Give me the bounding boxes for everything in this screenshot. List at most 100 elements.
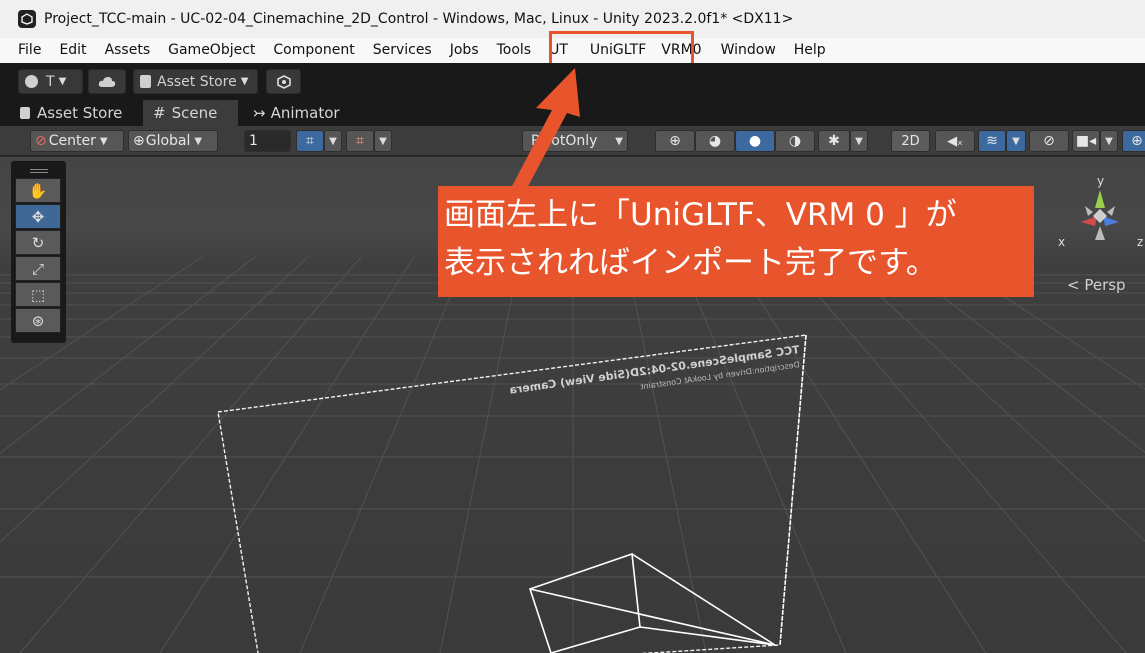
package-button[interactable] bbox=[266, 69, 301, 94]
grid-size-input[interactable]: 1 bbox=[244, 130, 291, 152]
main-toolbar: T ▼ Asset Store ▼ bbox=[0, 63, 1145, 100]
transform-tool-button[interactable]: ⊛ bbox=[15, 308, 61, 333]
camera-settings-dropdown[interactable]: ▼ bbox=[1100, 130, 1118, 152]
grid-size-value: 1 bbox=[249, 133, 258, 149]
tab-asset-store[interactable]: Asset Store bbox=[10, 100, 132, 126]
gizmo-y-label: y bbox=[1097, 174, 1104, 188]
draw-mode-dropdown[interactable]: PivotOnly ▼ bbox=[522, 130, 628, 152]
animator-icon: ↣ bbox=[253, 104, 266, 122]
effects-button[interactable]: ≋ bbox=[978, 130, 1006, 152]
orientation-gizmo[interactable]: y x z bbox=[1055, 168, 1145, 258]
menu-jobs[interactable]: Jobs bbox=[441, 38, 488, 63]
gizmo-z-label: z bbox=[1137, 235, 1143, 249]
space-label: Global bbox=[145, 133, 191, 149]
menu-window[interactable]: Window bbox=[711, 38, 785, 63]
draw-mode-label: PivotOnly bbox=[531, 133, 598, 149]
effects-dropdown[interactable]: ▼ bbox=[1006, 130, 1026, 152]
rect-tool-button[interactable]: ⬚ bbox=[15, 282, 61, 307]
grid-snap-button[interactable]: ⌗ bbox=[296, 130, 324, 152]
shading-shaded-wire-button[interactable]: ◕ bbox=[695, 130, 735, 152]
asset-store-label: Asset Store bbox=[157, 73, 237, 90]
menu-gameobject[interactable]: GameObject bbox=[159, 38, 264, 63]
debug-draw-dropdown[interactable]: ▼ bbox=[850, 130, 868, 152]
chevron-down-icon: ▼ bbox=[99, 135, 108, 147]
globe-icon: ⊕ bbox=[133, 133, 145, 149]
eye-off-icon: ⊘ bbox=[1043, 133, 1055, 149]
bag-icon bbox=[140, 75, 151, 88]
toggle-2d-button[interactable]: 2D bbox=[891, 130, 930, 152]
camera-icon: ■◂ bbox=[1075, 133, 1097, 149]
wireframe-sphere-icon: ⊕ bbox=[669, 133, 681, 149]
tab-animator[interactable]: ↣ Animator bbox=[243, 100, 350, 126]
scene-visibility-button[interactable]: ⊘ bbox=[1029, 130, 1069, 152]
account-icon bbox=[25, 75, 38, 88]
shading-unlit-button[interactable]: ◑ bbox=[775, 130, 815, 152]
asset-store-button[interactable]: Asset Store ▼ bbox=[133, 69, 258, 94]
audio-toggle-button[interactable]: ◀ₓ bbox=[935, 130, 975, 152]
chevron-down-icon: ▼ bbox=[1012, 135, 1020, 147]
pivot-icon: ⊘ bbox=[35, 133, 47, 149]
chevron-down-icon: ▼ bbox=[194, 135, 203, 147]
callout-line-2: 表示されればインポート完了です。 bbox=[444, 245, 937, 281]
gizmo-globe-icon: ⊕ bbox=[1131, 133, 1143, 149]
tab-scene[interactable]: # Scene bbox=[143, 100, 238, 126]
bug-icon: ✱ bbox=[828, 133, 840, 149]
account-button[interactable]: T ▼ bbox=[18, 69, 83, 94]
shading-wireframe-button[interactable]: ⊕ bbox=[655, 130, 695, 152]
layers-icon: ≋ bbox=[986, 133, 998, 149]
package-icon bbox=[276, 74, 291, 89]
chevron-down-icon: ▼ bbox=[329, 135, 337, 147]
transform-icon: ⊛ bbox=[31, 311, 45, 330]
menu-help[interactable]: Help bbox=[785, 38, 835, 63]
camera-settings-button[interactable]: ■◂ bbox=[1072, 130, 1100, 152]
menu-services[interactable]: Services bbox=[364, 38, 441, 63]
menu-assets[interactable]: Assets bbox=[96, 38, 160, 63]
tab-asset-store-label: Asset Store bbox=[37, 104, 123, 122]
pivot-label: Center bbox=[48, 133, 96, 149]
snap-icon: ⌗ bbox=[356, 133, 364, 149]
pivot-dropdown[interactable]: ⊘ Center ▼ bbox=[30, 130, 124, 152]
cloud-icon bbox=[98, 76, 116, 87]
tool-panel: ✋ ✥ ↻ ⤢ ⬚ ⊛ bbox=[11, 161, 66, 343]
cloud-button[interactable] bbox=[88, 69, 126, 94]
chevron-down-icon: ▼ bbox=[855, 135, 863, 147]
window-tabs: Asset Store # Scene ↣ Animator bbox=[0, 100, 1145, 126]
gizmos-button[interactable]: ⊕ bbox=[1122, 130, 1145, 152]
callout-line-1: 画面左上に「UniGLTF、VRM 0 」が bbox=[444, 197, 957, 233]
snap-increment-dropdown[interactable]: ▼ bbox=[374, 130, 392, 152]
grid-hash-icon: # bbox=[153, 104, 166, 122]
hand-tool-button[interactable]: ✋ bbox=[15, 178, 61, 203]
unity-logo-icon bbox=[18, 10, 36, 28]
move-icon: ✥ bbox=[31, 207, 45, 226]
menu-component[interactable]: Component bbox=[264, 38, 363, 63]
gizmo-y-cone[interactable] bbox=[1095, 190, 1105, 208]
projection-toggle[interactable]: < Persp bbox=[1067, 276, 1126, 294]
audio-mute-icon: ◀ₓ bbox=[947, 133, 963, 149]
highlight-box bbox=[549, 31, 694, 66]
space-dropdown[interactable]: ⊕ Global ▼ bbox=[128, 130, 218, 152]
hand-icon: ✋ bbox=[28, 181, 48, 200]
shaded-wire-sphere-icon: ◕ bbox=[708, 133, 722, 149]
bag-icon bbox=[20, 107, 30, 119]
chevron-down-icon: ▼ bbox=[379, 135, 387, 147]
chevron-down-icon: ▼ bbox=[1105, 135, 1113, 147]
shaded-sphere-icon: ● bbox=[748, 133, 762, 149]
snap-increment-button[interactable]: ⌗ bbox=[346, 130, 374, 152]
menu-file[interactable]: File bbox=[0, 38, 50, 63]
scale-tool-button[interactable]: ⤢ bbox=[15, 256, 61, 281]
scene-toolbar: ⊘ Center ▼ ⊕ Global ▼ 1 ⌗ ▼ ⌗ ▼ PivotOnl… bbox=[0, 126, 1145, 156]
shading-shaded-button[interactable]: ● bbox=[735, 130, 775, 152]
debug-draw-button[interactable]: ✱ bbox=[818, 130, 850, 152]
toggle-2d-label: 2D bbox=[901, 133, 920, 149]
rotate-icon: ↻ bbox=[31, 233, 45, 252]
panel-drag-handle[interactable] bbox=[15, 164, 62, 178]
grid-snap-dropdown[interactable]: ▼ bbox=[324, 130, 342, 152]
chevron-down-icon: ▼ bbox=[58, 76, 67, 87]
chevron-down-icon: ▼ bbox=[615, 135, 623, 147]
menu-edit[interactable]: Edit bbox=[50, 38, 95, 63]
move-tool-button[interactable]: ✥ bbox=[15, 204, 61, 229]
unlit-sphere-icon: ◑ bbox=[788, 133, 802, 149]
rect-icon: ⬚ bbox=[30, 285, 46, 304]
rotate-tool-button[interactable]: ↻ bbox=[15, 230, 61, 255]
menu-tools[interactable]: Tools bbox=[488, 38, 541, 63]
